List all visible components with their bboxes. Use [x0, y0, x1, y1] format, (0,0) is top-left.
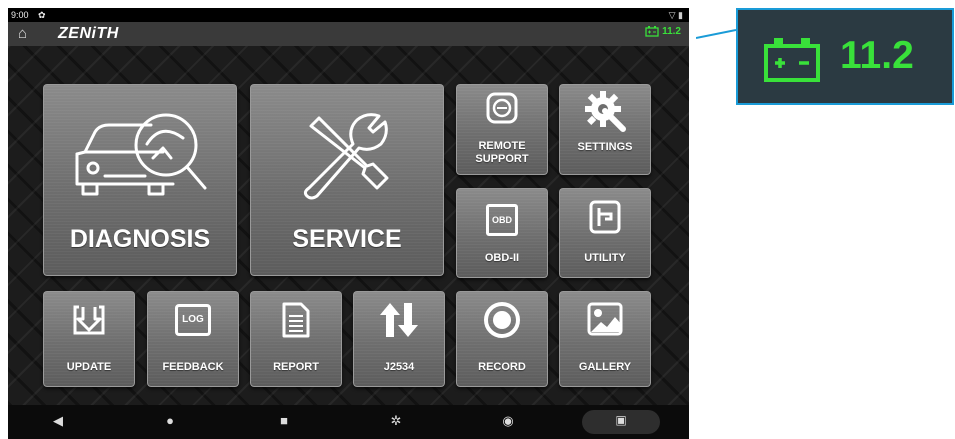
battery-voltage-indicator: 11.2: [645, 25, 681, 37]
settings-tile[interactable]: SETTINGS: [559, 84, 651, 175]
remote-support-label: REMOTE SUPPORT: [475, 140, 529, 165]
car-battery-icon-large: [764, 38, 820, 82]
image-gallery-icon: [587, 302, 623, 336]
report-label: REPORT: [273, 361, 319, 373]
feedback-tile[interactable]: LOG FEEDBACK: [147, 291, 239, 387]
obd2-label: OBD-II: [484, 252, 520, 264]
feedback-label: FEEDBACK: [162, 361, 224, 373]
system-status-bar: 9:00 ✿ ▽ ▮: [8, 8, 689, 22]
browser-icon[interactable]: ◉: [498, 413, 518, 429]
home-icon[interactable]: ⌂: [18, 25, 27, 42]
up-down-arrows-icon: [380, 303, 418, 337]
home-nav-icon[interactable]: ●: [160, 413, 180, 428]
car-battery-icon: [645, 26, 659, 37]
screenshot-button[interactable]: ▣: [582, 410, 660, 434]
app-header: ⌂ ZENiTH 11.2: [8, 22, 689, 46]
status-time: 9:00: [11, 10, 29, 20]
battery-voltage-value: 11.2: [662, 25, 681, 37]
log-icon-text: LOG: [182, 314, 204, 325]
record-icon: [484, 302, 520, 338]
service-label: SERVICE: [292, 225, 402, 253]
record-label: RECORD: [478, 361, 526, 373]
remote-link-icon: [486, 92, 518, 124]
service-tile[interactable]: SERVICE: [250, 84, 444, 276]
update-label: UPDATE: [66, 361, 112, 373]
gear-wrench-icon: [585, 91, 626, 132]
system-nav-bar: ◀ ● ■ ✲ ◉ ▣: [8, 405, 689, 439]
home-menu-grid: DIAGNOSIS SERVICE REMOTE SUPPORT SETTING…: [8, 46, 689, 405]
wrench-screwdriver-icon: [303, 113, 389, 200]
report-tile[interactable]: REPORT: [250, 291, 342, 387]
settings-notification-icon: ✿: [38, 10, 46, 20]
record-tile[interactable]: RECORD: [456, 291, 548, 387]
settings-nav-icon[interactable]: ✲: [386, 413, 406, 429]
settings-label: SETTINGS: [577, 141, 633, 153]
log-icon: LOG: [175, 304, 211, 336]
back-icon[interactable]: ◀: [48, 413, 68, 429]
utility-tool-icon: [589, 200, 621, 234]
zoom-voltage-value: 11.2: [840, 34, 914, 77]
remote-support-tile[interactable]: REMOTE SUPPORT: [456, 84, 548, 175]
tablet-screen: 9:00 ✿ ▽ ▮ ⌂ ZENiTH 11.2 DIAGNOSIS SERVI…: [8, 8, 689, 439]
utility-label: UTILITY: [584, 252, 626, 264]
obd2-tile[interactable]: OBD OBD-II: [456, 188, 548, 278]
gallery-label: GALLERY: [578, 361, 632, 373]
gallery-tile[interactable]: GALLERY: [559, 291, 651, 387]
wifi-battery-icons: ▽ ▮: [668, 10, 683, 20]
update-tile[interactable]: UPDATE: [43, 291, 135, 387]
obd-icon-text: OBD: [492, 215, 512, 225]
document-icon: [282, 302, 310, 338]
diagnosis-tile[interactable]: DIAGNOSIS: [43, 84, 237, 276]
recents-icon[interactable]: ■: [274, 413, 294, 428]
j2534-label: J2534: [383, 361, 415, 373]
utility-tile[interactable]: UTILITY: [559, 188, 651, 278]
j2534-tile[interactable]: J2534: [353, 291, 445, 387]
download-update-icon: [73, 305, 105, 335]
brand-logo: ZENiTH: [58, 25, 119, 42]
battery-voltage-zoom-callout: 11.2: [736, 8, 954, 105]
screenshot-icon: ▣: [615, 413, 627, 427]
obd-connector-icon: OBD: [486, 204, 518, 236]
callout-connector-line: [696, 29, 736, 39]
diagnosis-label: DIAGNOSIS: [69, 225, 211, 253]
car-diagnosis-icon: [75, 113, 207, 196]
